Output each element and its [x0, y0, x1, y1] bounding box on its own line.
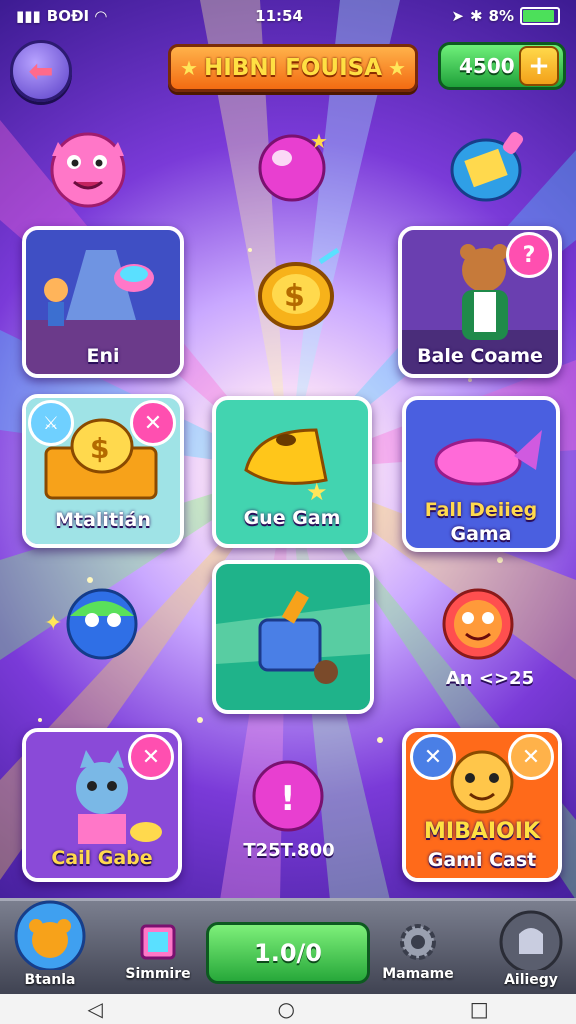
svg-text:$: $ [90, 432, 109, 465]
play-button[interactable]: 1.0/0 [206, 922, 370, 984]
svg-text:✦: ✦ [44, 611, 62, 636]
nav-home-label: Btanla [24, 972, 76, 988]
close-badge[interactable]: ✕ [128, 734, 174, 780]
game-card-mibaioik[interactable]: ✕ ✕ MIBAIOIK Gami Cast [402, 728, 562, 882]
pink-creature-icon[interactable] [36, 122, 140, 214]
pink-gem-icon[interactable]: ★ [254, 128, 330, 204]
gear-icon [400, 924, 436, 960]
cannon-image [216, 564, 370, 710]
arrow-left-icon: ⬅ [28, 53, 54, 89]
game-card-mtalitian[interactable]: $ ⚔ ✕ Mtalitián [22, 394, 184, 548]
title-banner: ★ HIBNI FOUISA ★ [168, 44, 418, 92]
play-button-value: 1.0/0 [254, 939, 322, 967]
status-bar: ▮▮▮ BOĐI ◠ 11:54 ➤ ✱ 8% [0, 0, 576, 32]
card-label: Eni [86, 345, 120, 367]
game-card-bale-coame[interactable]: ? Bale Coame [398, 226, 562, 378]
nav-settings-label: Mamame [382, 966, 454, 982]
crystal-orb-icon[interactable] [446, 128, 532, 204]
add-coins-button[interactable]: + [519, 46, 559, 86]
battery-fill [523, 10, 554, 22]
carrier-label: BOĐI [46, 7, 90, 25]
system-back-icon[interactable]: ◁ [87, 997, 102, 1021]
nav-shop[interactable]: Simmire [122, 920, 194, 982]
help-badge[interactable]: ? [506, 232, 552, 278]
card-label: Bale Coame [417, 345, 543, 367]
svg-text:!: ! [280, 779, 296, 819]
card-label-line2: Gami Cast [427, 849, 537, 871]
location-icon: ➤ [451, 7, 464, 25]
signal-icon: ▮▮▮ [16, 7, 41, 25]
star-icon: ★ [180, 56, 198, 80]
game-card-eni[interactable]: Eni [22, 226, 184, 378]
star-icon: ★ [388, 56, 406, 80]
bomb-icon[interactable]: ! [248, 752, 330, 836]
card-label: Mtalitián [55, 509, 151, 531]
nav-history-label: Ailiegy [504, 972, 558, 988]
nav-history[interactable]: Ailiegy [486, 908, 576, 988]
bluetooth-icon: ✱ [469, 7, 483, 25]
svg-text:★: ★ [310, 129, 328, 153]
svg-text:$: $ [284, 279, 305, 314]
system-home-icon[interactable]: ○ [278, 997, 295, 1021]
status-right: ➤ ✱ 8% [451, 7, 560, 25]
clock: 11:54 [255, 7, 303, 25]
status-left: ▮▮▮ BOĐI ◠ [16, 7, 107, 25]
gold-coin-icon[interactable]: $ [240, 240, 350, 350]
shop-icon [140, 924, 176, 960]
bomb-score-label: T25T.800 [243, 840, 335, 861]
card-label-line2: Gama [450, 523, 512, 545]
system-nav-bar: ◁ ○ □ [0, 994, 576, 1024]
game-card-gue-gam[interactable]: ★ Gue Gam [212, 396, 372, 548]
nav-shop-label: Simmire [125, 966, 191, 982]
card-label-line1: Fall Deiieg [424, 499, 538, 521]
coin-balance: 4500 [459, 54, 515, 78]
game-card-cannon[interactable] [212, 560, 374, 714]
page-title: HIBNI FOUISA [203, 55, 382, 81]
wifi-icon: ◠ [95, 7, 107, 25]
sword-icon: ⚔ [28, 400, 74, 446]
green-ball-icon[interactable]: ✦ [40, 576, 150, 672]
card-label: Cail Gabe [51, 847, 153, 869]
back-button[interactable]: ⬅ [10, 40, 72, 102]
system-recents-icon[interactable]: □ [470, 997, 489, 1021]
nav-settings[interactable]: Mamame [382, 920, 454, 982]
card-label-line1: MIBAIOIK [424, 819, 540, 844]
game-card-fall-deiieg[interactable]: Fall Deiieg Gama [402, 396, 560, 552]
nav-home[interactable]: Btanla [4, 900, 96, 988]
battery-percent: 8% [488, 7, 514, 25]
smiley-ball-icon[interactable] [438, 584, 520, 660]
game-card-cail-gabe[interactable]: ✕ Cail Gabe [22, 728, 182, 882]
close-badge[interactable]: ✕ [130, 400, 176, 446]
card-label: Gue Gam [243, 507, 341, 529]
svg-text:★: ★ [306, 478, 328, 506]
history-icon [499, 910, 563, 970]
close-badge-left[interactable]: ✕ [410, 734, 456, 780]
bear-home-icon [14, 900, 86, 970]
coin-counter[interactable]: 4500 + [438, 42, 566, 90]
close-badge-right[interactable]: ✕ [508, 734, 554, 780]
ball-score-label: An <>25 [445, 668, 535, 689]
battery-icon [520, 7, 560, 25]
